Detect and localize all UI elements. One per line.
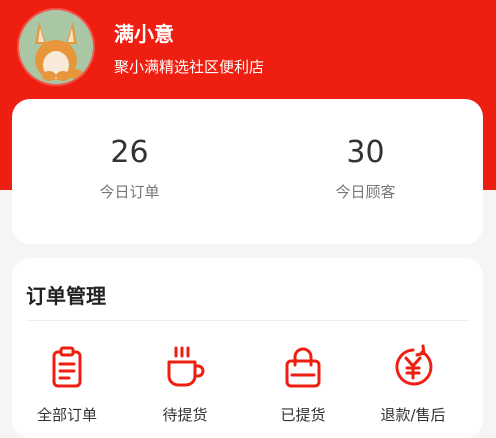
stats-card: 26 今日订单 30 今日顾客 — [12, 99, 483, 244]
order-management-card: 订单管理 全部订单 待提货 已提货 退款/售后 — [12, 258, 483, 438]
divider — [26, 320, 469, 321]
picked-up-button[interactable]: 已提货 — [248, 344, 358, 425]
today-orders-value: 26 — [110, 135, 149, 170]
shop-name: 聚小满精选社区便利店 — [114, 58, 265, 76]
coffee-cup-icon — [167, 346, 205, 387]
today-customers-stat[interactable]: 30 今日顾客 — [248, 135, 483, 202]
picked-up-label: 已提货 — [280, 406, 326, 424]
today-orders-stat[interactable]: 26 今日订单 — [12, 135, 247, 202]
order-management-title: 订单管理 — [26, 284, 106, 308]
pending-pickup-button[interactable]: 待提货 — [130, 344, 240, 425]
all-orders-label: 全部订单 — [36, 406, 97, 424]
today-orders-label: 今日订单 — [99, 183, 160, 201]
yuan-refund-icon — [395, 344, 433, 386]
refund-after-sales-button[interactable]: 退款/售后 — [358, 344, 468, 425]
clipboard-icon — [52, 346, 82, 388]
refund-after-sales-label: 退款/售后 — [380, 406, 446, 424]
fox-avatar-icon — [19, 10, 93, 84]
all-orders-button[interactable]: 全部订单 — [12, 344, 122, 425]
avatar[interactable] — [19, 10, 93, 84]
pending-pickup-label: 待提货 — [162, 406, 208, 424]
user-name: 满小意 — [114, 22, 174, 46]
shopping-bag-icon — [285, 347, 321, 388]
today-customers-value: 30 — [346, 135, 385, 170]
today-customers-label: 今日顾客 — [335, 183, 396, 201]
